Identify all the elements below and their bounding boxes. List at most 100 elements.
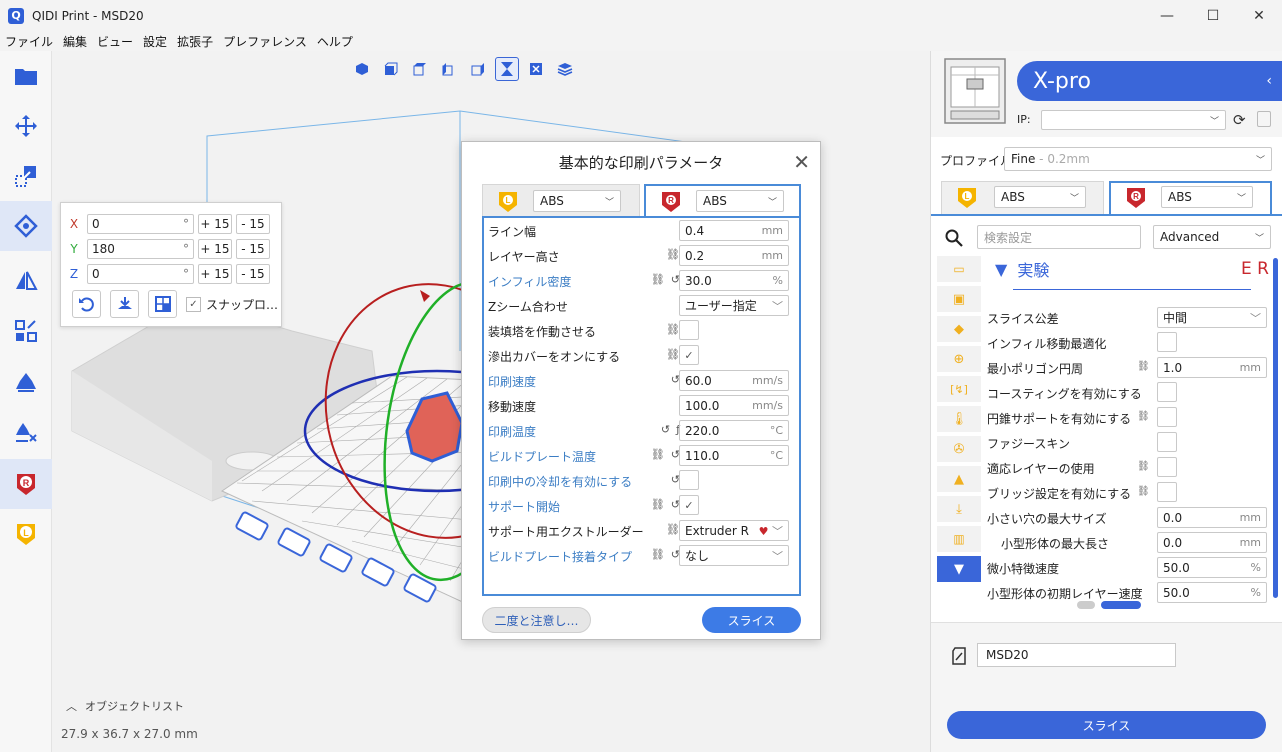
scale-tool-button[interactable]	[0, 151, 52, 201]
adhesion-select[interactable]: なし ﹀	[679, 545, 789, 566]
support-extruder-select[interactable]: Extruder R ♥ ﹀	[679, 520, 789, 541]
view-top-button[interactable]	[408, 57, 432, 81]
print-speed-input[interactable]: 60.0 mm/s	[679, 370, 789, 391]
z-plus-button[interactable]: + 15	[198, 264, 232, 284]
view-left-button[interactable]	[437, 57, 461, 81]
layer-height-input[interactable]: 0.2 mm	[679, 245, 789, 266]
extruder-l-button[interactable]: L	[0, 509, 52, 559]
menu-settings[interactable]: 設定	[138, 33, 172, 50]
menu-extensions[interactable]: 拡張子	[172, 33, 218, 50]
min-polygon-input[interactable]: 1.0 mm	[1157, 357, 1267, 378]
ooze-shield-checkbox[interactable]: ✓	[679, 345, 699, 365]
perspective-button[interactable]	[495, 57, 519, 81]
travel-speed-input[interactable]: 100.0 mm/s	[679, 395, 789, 416]
category-cooling-button[interactable]: ✇	[937, 436, 981, 462]
support-tool-button[interactable]	[0, 356, 52, 406]
open-folder-button[interactable]	[0, 51, 52, 101]
tab-extruder-r[interactable]: R ABS ﹀	[644, 184, 801, 218]
menu-help[interactable]: ヘルプ	[312, 33, 358, 50]
cooling-checkbox[interactable]	[679, 470, 699, 490]
infill-density-input[interactable]: 30.0%	[679, 270, 789, 291]
snap-rotation-toggle[interactable]: ✓ スナップロ…	[186, 296, 278, 313]
lay-flat-button[interactable]	[110, 290, 139, 318]
right-material-select-l[interactable]: ABS ﹀	[994, 186, 1086, 208]
infill-travel-opt-checkbox[interactable]	[1157, 332, 1177, 352]
small-feature-initial-speed-input[interactable]: 50.0%	[1157, 582, 1267, 603]
printer-name-banner[interactable]: X-pro ‹	[1017, 61, 1282, 101]
small-feature-length-input[interactable]: 0.0 mm	[1157, 532, 1267, 553]
move-tool-button[interactable]	[0, 101, 52, 151]
y-rotation-input[interactable]: 180 °	[87, 239, 194, 259]
menu-view[interactable]: ビュー	[92, 33, 138, 50]
slicing-tolerance-select[interactable]: 中間 ﹀	[1157, 307, 1267, 328]
category-experimental-button[interactable]: ▼	[937, 556, 981, 582]
category-topbottom-button[interactable]: ◆	[937, 316, 981, 342]
material-select-r[interactable]: ABS ﹀	[696, 190, 784, 212]
small-feature-speed-input[interactable]: 50.0%	[1157, 557, 1267, 578]
material-select-l[interactable]: ABS ﹀	[533, 190, 621, 212]
close-window-button[interactable]: ✕	[1236, 0, 1282, 31]
page-dot[interactable]	[1077, 601, 1095, 609]
settings-scrollbar[interactable]	[1273, 258, 1278, 598]
support-blocker-button[interactable]	[0, 406, 52, 456]
slice-button[interactable]: スライス	[947, 711, 1266, 739]
fuzzy-skin-checkbox[interactable]	[1157, 432, 1177, 452]
category-adhesion-button[interactable]: ⤓	[937, 496, 981, 522]
object-list-toggle[interactable]: ︿ オブジェクトリスト	[66, 698, 184, 714]
minimize-button[interactable]: —	[1144, 0, 1190, 31]
print-temp-input[interactable]: 220.0 °C	[679, 420, 789, 441]
refresh-icon[interactable]: ⟳	[1233, 111, 1246, 129]
z-rotation-input[interactable]: 0 °	[87, 264, 194, 284]
category-material-button[interactable]: 🌡	[937, 406, 981, 432]
mirror-tool-button[interactable]	[0, 256, 52, 306]
menu-preferences[interactable]: プレファレンス	[218, 33, 312, 50]
z-minus-button[interactable]: - 15	[236, 264, 270, 284]
right-material-select-r[interactable]: ABS ﹀	[1161, 186, 1253, 208]
ip-select[interactable]: ﹀	[1041, 110, 1226, 130]
profile-select[interactable]: Fine - 0.2mm ﹀	[1004, 147, 1272, 171]
bed-temp-input[interactable]: 110.0 °C	[679, 445, 789, 466]
line-width-input[interactable]: 0.4 mm	[679, 220, 789, 241]
connect-icon[interactable]	[1257, 111, 1271, 127]
page-dot-active[interactable]	[1101, 601, 1141, 609]
x-minus-button[interactable]: - 15	[236, 214, 270, 234]
tab-right-extruder-l[interactable]: L ABS ﹀	[941, 181, 1104, 215]
orthographic-button[interactable]	[524, 57, 548, 81]
category-speed-button[interactable]: [↯]	[937, 376, 981, 402]
reset-icon[interactable]: ↺	[661, 423, 670, 436]
view-front-button[interactable]	[379, 57, 403, 81]
rotate-tool-button[interactable]	[0, 201, 52, 251]
dont-show-again-button[interactable]: 二度と注意し…	[482, 607, 591, 633]
dialog-slice-button[interactable]: スライス	[702, 607, 801, 633]
view-right-button[interactable]	[466, 57, 490, 81]
coasting-checkbox[interactable]	[1157, 382, 1177, 402]
conical-support-checkbox[interactable]	[1157, 407, 1177, 427]
mode-select[interactable]: Advanced ﹀	[1153, 225, 1271, 249]
x-plus-button[interactable]: + 15	[198, 214, 232, 234]
support-checkbox[interactable]: ✓	[679, 495, 699, 515]
category-special-button[interactable]: ▥	[937, 526, 981, 552]
snap-checkbox[interactable]: ✓	[186, 296, 201, 312]
small-hole-input[interactable]: 0.0 mm	[1157, 507, 1267, 528]
collapse-icon[interactable]: ‹	[1266, 73, 1272, 89]
layers-view-button[interactable]	[553, 57, 577, 81]
extruder-r-button[interactable]: R	[0, 459, 52, 509]
search-settings-input[interactable]: 検索設定	[977, 225, 1141, 249]
arrange-tool-button[interactable]	[0, 306, 52, 356]
maximize-button[interactable]: ☐	[1190, 0, 1236, 31]
tab-extruder-l[interactable]: L ABS ﹀	[482, 184, 640, 218]
category-quality-button[interactable]: ▭	[937, 256, 981, 282]
tab-right-extruder-r[interactable]: R ABS ﹀	[1109, 181, 1272, 215]
close-icon[interactable]: ✕	[793, 150, 810, 174]
reset-rotation-button[interactable]	[72, 290, 101, 318]
y-plus-button[interactable]: + 15	[198, 239, 232, 259]
z-seam-select[interactable]: ユーザー指定 ﹀	[679, 295, 789, 316]
menu-edit[interactable]: 編集	[58, 33, 92, 50]
category-support-button[interactable]: ▲	[937, 466, 981, 492]
job-name-input[interactable]: MSD20	[977, 643, 1176, 667]
edit-job-icon[interactable]	[951, 647, 967, 665]
x-rotation-input[interactable]: 0 °	[87, 214, 194, 234]
y-minus-button[interactable]: - 15	[236, 239, 270, 259]
bridge-checkbox[interactable]	[1157, 482, 1177, 502]
prime-tower-checkbox[interactable]	[679, 320, 699, 340]
